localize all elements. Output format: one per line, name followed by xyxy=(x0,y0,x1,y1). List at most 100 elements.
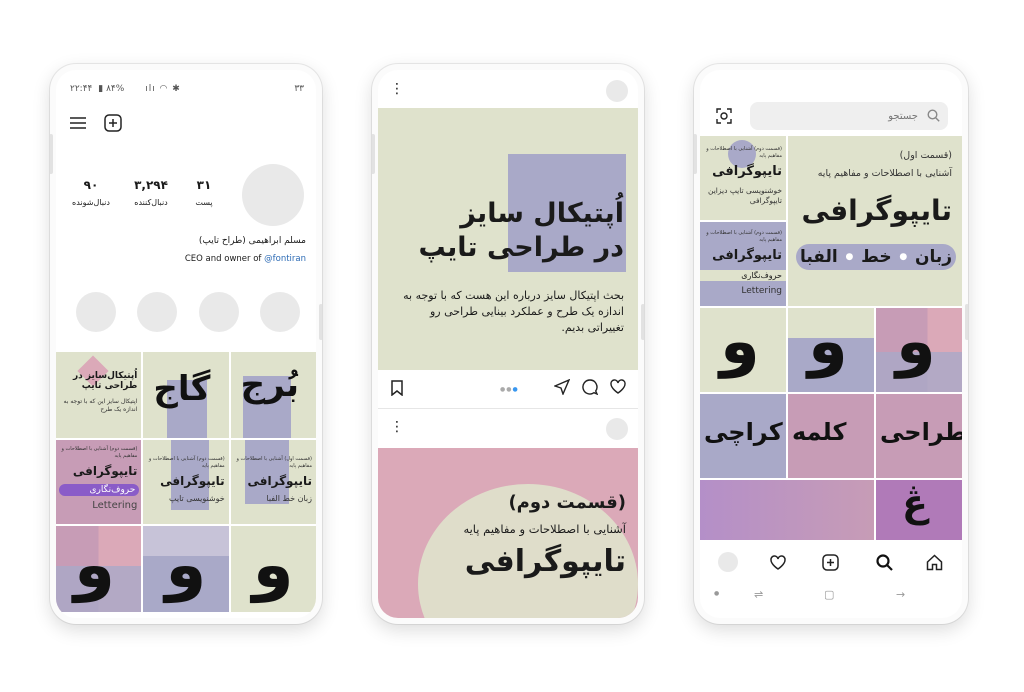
tile-body: اپتیکال سایز این که با توجه به اندازه یک… xyxy=(63,398,138,413)
second-sub: آشنایی با اصطلاحات و مفاهیم پایه xyxy=(463,522,626,536)
signal-icon: ılı ◠ ✱ xyxy=(145,84,181,94)
avatar[interactable] xyxy=(606,418,628,440)
explore-tile[interactable]: (قسمت دوم) آشنایی با اصطلاحات و مفاهیم پ… xyxy=(700,136,786,220)
highlight-circle[interactable] xyxy=(198,292,239,332)
explore-tile[interactable] xyxy=(700,480,874,540)
profile-bio: CEO and owner of @fontiran xyxy=(185,254,306,264)
profile-stats: ۹۰ دنبال‌شونده ۳,۲۹۴ دنبال‌کننده ۳۱ پست xyxy=(64,178,224,207)
post-tile[interactable]: بُرج xyxy=(230,352,316,438)
tile-glyph: بُرج xyxy=(240,365,300,405)
highlight-circle[interactable] xyxy=(137,292,178,332)
explore-tile[interactable]: (قسمت دوم) آشنایی با اصطلاحات و مفاهیم پ… xyxy=(700,222,786,306)
battery-icon: ▮ xyxy=(98,84,104,94)
tile-small: (قسمت دوم) آشنایی با اصطلاحات و مفاهیم پ… xyxy=(148,456,225,469)
tile-title: تایپوگرافی xyxy=(72,464,138,478)
post-tile[interactable]: و xyxy=(143,526,229,612)
avatar[interactable] xyxy=(242,164,304,226)
post-caption: بحث اپتیکال سایز درباره این هست که با تو… xyxy=(403,289,624,334)
recent-apps-icon[interactable]: ⇌ xyxy=(754,588,763,601)
tile-small: (قسمت دوم) آشنایی با اصطلاحات و مفاهیم پ… xyxy=(61,446,138,459)
big-small: (قسمت اول) xyxy=(899,150,952,161)
home-icon[interactable] xyxy=(926,554,943,571)
tile-glyph: و xyxy=(808,308,848,379)
search-icon[interactable] xyxy=(876,554,893,571)
stat-value: ۳,۲۹۴ xyxy=(134,178,168,192)
scan-icon[interactable] xyxy=(716,108,732,124)
post-tile[interactable]: و xyxy=(56,526,142,612)
tile-word: کراچی xyxy=(704,418,783,446)
add-icon[interactable] xyxy=(822,554,839,571)
post-tile[interactable]: و xyxy=(230,526,316,612)
search-icon xyxy=(927,109,940,122)
post-tile[interactable]: گاج xyxy=(143,352,229,438)
post-image[interactable]: (قسمت دوم) آشنایی با اصطلاحات و مفاهیم پ… xyxy=(378,448,638,618)
post-headline-line1: اُپتیکال سایز xyxy=(460,198,624,229)
tile-glyph: و xyxy=(74,526,116,603)
post-tile[interactable]: اُپتیکال‌سایز در طراحی تایپ اپتیکال سایز… xyxy=(56,352,142,438)
more-icon[interactable]: ⋮ xyxy=(390,82,404,96)
stat-value: ۹۰ xyxy=(83,178,99,192)
bio-link[interactable]: @fontiran xyxy=(264,254,306,264)
second-part: (قسمت دوم) xyxy=(508,492,626,513)
tile-sub: خوشنویسی تایپ دیزاین تایپوگرافی xyxy=(707,186,782,205)
search-input[interactable] xyxy=(758,106,918,126)
tile-title: تایپوگرافی xyxy=(160,474,225,488)
profile-name: مسلم ابراهیمی (طراح تایپ) xyxy=(198,236,306,246)
stat-label[interactable]: دنبال‌کننده xyxy=(124,198,178,207)
heart-icon[interactable] xyxy=(770,555,786,570)
home-square-icon[interactable]: ▢ xyxy=(824,588,834,601)
second-title: تایپوگرافی xyxy=(464,544,626,579)
menu-icon[interactable] xyxy=(70,116,86,130)
back-arrow-icon[interactable]: → xyxy=(896,588,905,601)
tile-latin: Lettering xyxy=(741,286,782,296)
send-icon[interactable] xyxy=(554,379,570,395)
phone-profile: ۲۲:۴۴ ▮ ۸۴% ılı ◠ ✱ ۳۳ ۹۰ دنبال‌شونده ۳,۲… xyxy=(50,64,322,624)
big-title: تایپوگرافی xyxy=(801,194,953,227)
post-image[interactable]: اُپتیکال سایز در طراحی تایپ بحث اپتیکال … xyxy=(378,108,638,370)
post-tile[interactable]: (قسمت اول) آشنایی با اصطلاحات و مفاهیم پ… xyxy=(230,440,316,524)
add-icon[interactable] xyxy=(104,114,122,132)
explore-tile[interactable]: و xyxy=(700,308,786,392)
bio-text: CEO and owner of xyxy=(184,254,262,264)
explore-tile[interactable]: و xyxy=(876,308,962,392)
tile-glyph: و xyxy=(252,526,294,603)
explore-tile[interactable]: و xyxy=(788,308,874,392)
carousel-dots: ●●● xyxy=(500,386,519,393)
system-dot-icon[interactable]: ● xyxy=(714,590,719,597)
explore-tile-large[interactable]: (قسمت اول) آشنایی با اصطلاحات و مفاهیم پ… xyxy=(788,136,962,306)
system-nav: ● ⇌ ▢ → xyxy=(700,582,962,612)
post-headline-line2: در طراحی تایپ xyxy=(418,232,624,263)
more-icon[interactable]: ⋮ xyxy=(390,420,404,434)
explore-tile[interactable]: ڠ xyxy=(876,480,962,540)
explore-tile[interactable]: کلمه xyxy=(788,394,874,478)
bookmark-icon[interactable] xyxy=(390,380,404,396)
story-highlights xyxy=(76,292,300,332)
heart-icon[interactable] xyxy=(610,379,626,394)
big-word: خط xyxy=(861,247,892,267)
tile-small: (قسمت دوم) آشنایی با اصطلاحات و مفاهیم پ… xyxy=(706,230,782,243)
big-word: الفبا xyxy=(799,247,838,267)
tile-glyph: و xyxy=(896,308,936,379)
stat-label[interactable]: دنبال‌شونده xyxy=(64,198,118,207)
tile-word: طراحی xyxy=(880,418,962,446)
tile-glyph: گاج xyxy=(153,369,211,409)
post-tile[interactable]: (قسمت دوم) آشنایی با اصطلاحات و مفاهیم پ… xyxy=(143,440,229,524)
big-word: زبان xyxy=(915,247,953,267)
post-tile[interactable]: (قسمت دوم) آشنایی با اصطلاحات و مفاهیم پ… xyxy=(56,440,142,524)
avatar[interactable] xyxy=(718,552,738,572)
explore-tile[interactable]: کراچی xyxy=(700,394,786,478)
tile-sub: حروف‌نگاری xyxy=(700,270,786,281)
tile-glyph: و xyxy=(165,526,207,603)
search-bar[interactable] xyxy=(750,102,948,130)
explore-tile[interactable]: طراحی xyxy=(876,394,962,478)
avatar[interactable] xyxy=(606,80,628,102)
tile-small: (قسمت اول) آشنایی با اصطلاحات و مفاهیم پ… xyxy=(236,456,312,469)
bottom-nav xyxy=(700,546,962,580)
phone-post: ⋮ اُپتیکال سایز در طراحی تایپ بحث اپتیکا… xyxy=(372,64,644,624)
big-words: زبان ● خط ● الفبا xyxy=(796,244,956,270)
highlight-circle[interactable] xyxy=(76,292,116,332)
comment-icon[interactable] xyxy=(582,379,598,395)
explore-grid: (قسمت دوم) آشنایی با اصطلاحات و مفاهیم پ… xyxy=(700,136,962,550)
tile-sub: خوشنویسی تایپ xyxy=(169,494,225,503)
highlight-circle[interactable] xyxy=(259,292,300,332)
